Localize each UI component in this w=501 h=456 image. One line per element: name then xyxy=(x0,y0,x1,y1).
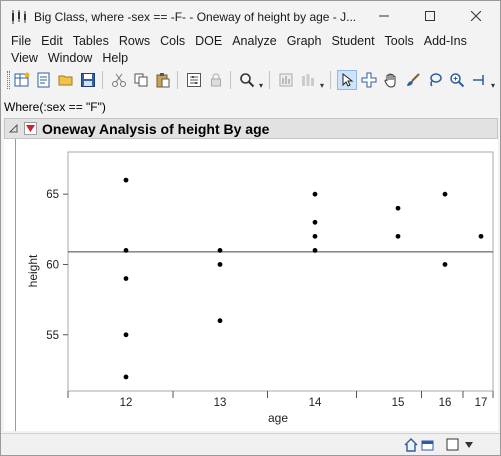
y-axis-label: height xyxy=(26,254,40,287)
data-point xyxy=(217,248,223,253)
oneway-scatter-chart: 55 60 65 12 13 14 15 16 17 age height xyxy=(26,151,494,425)
status-bar xyxy=(1,433,500,455)
home-icon[interactable] xyxy=(403,437,419,453)
data-point xyxy=(395,233,401,239)
data-point xyxy=(123,332,129,338)
data-point xyxy=(312,219,318,225)
window-list-icon[interactable] xyxy=(420,437,436,453)
data-point xyxy=(442,191,448,197)
x-tick-label: 15 xyxy=(392,397,405,409)
data-point xyxy=(217,262,223,267)
data-point xyxy=(312,191,318,197)
data-point xyxy=(312,248,318,253)
x-tick-label: 14 xyxy=(309,397,322,409)
dropdown-arrow-icon[interactable] xyxy=(461,437,477,453)
data-point xyxy=(312,233,318,239)
x-tick-label: 17 xyxy=(475,397,488,409)
y-tick-label: 60 xyxy=(46,259,59,271)
y-tick-label: 65 xyxy=(46,189,59,201)
data-point xyxy=(123,177,129,183)
selection-box-icon[interactable] xyxy=(445,437,461,453)
x-axis-label: age xyxy=(268,411,288,425)
data-point xyxy=(123,374,129,380)
jmp-report-window: Big Class, where -sex == -F- - Oneway of… xyxy=(0,0,501,456)
data-point xyxy=(442,262,448,267)
x-tick-label: 13 xyxy=(214,397,227,409)
plot-frame xyxy=(67,151,494,392)
data-point xyxy=(217,318,223,324)
data-point xyxy=(478,233,484,239)
data-point xyxy=(123,248,129,253)
x-tick-label: 16 xyxy=(439,397,452,409)
x-tick-label: 12 xyxy=(120,397,133,409)
data-point xyxy=(395,205,401,211)
y-tick-label: 55 xyxy=(46,330,59,342)
data-point xyxy=(123,276,129,281)
